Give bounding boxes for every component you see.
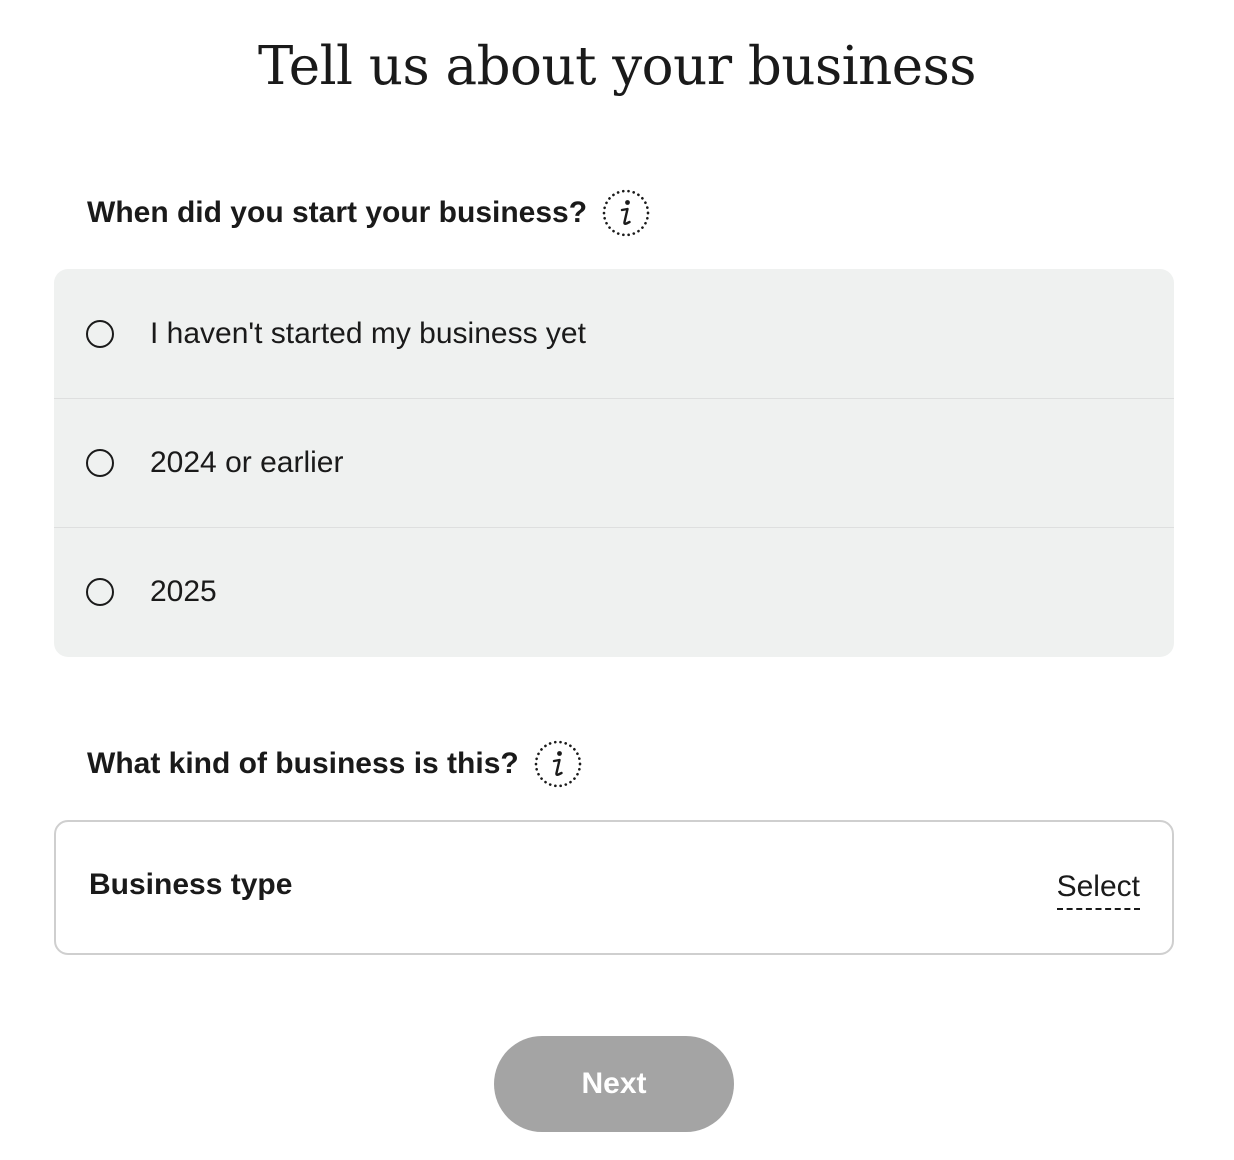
radio-button[interactable] bbox=[86, 449, 114, 477]
radio-option-label: I haven't started my business yet bbox=[150, 316, 586, 350]
radio-option-not-started[interactable]: I haven't started my business yet bbox=[54, 269, 1174, 398]
kind-question: What kind of business is this? bbox=[87, 739, 582, 789]
start-question: When did you start your business? bbox=[87, 188, 650, 238]
business-type-select-link[interactable]: Select bbox=[1056, 870, 1140, 910]
radio-option-label: 2024 or earlier bbox=[150, 446, 344, 479]
next-button[interactable]: Next bbox=[494, 1036, 734, 1132]
radio-button[interactable] bbox=[86, 578, 114, 606]
business-type-field[interactable]: Business type Select bbox=[54, 820, 1174, 955]
radio-option-2025[interactable]: 2025 bbox=[54, 527, 1174, 656]
start-question-label: When did you start your business? bbox=[87, 196, 588, 229]
start-date-radio-group: I haven't started my business yet 2024 o… bbox=[54, 269, 1174, 657]
business-type-label: Business type bbox=[89, 868, 293, 901]
radio-button[interactable] bbox=[86, 319, 114, 348]
page-title: Tell us about your business bbox=[257, 36, 977, 97]
kind-question-label: What kind of business is this? bbox=[87, 747, 519, 780]
info-icon[interactable] bbox=[602, 189, 650, 237]
radio-option-2024-or-earlier[interactable]: 2024 or earlier bbox=[54, 398, 1174, 527]
radio-option-label: 2025 bbox=[150, 575, 217, 608]
info-icon[interactable] bbox=[534, 740, 582, 788]
